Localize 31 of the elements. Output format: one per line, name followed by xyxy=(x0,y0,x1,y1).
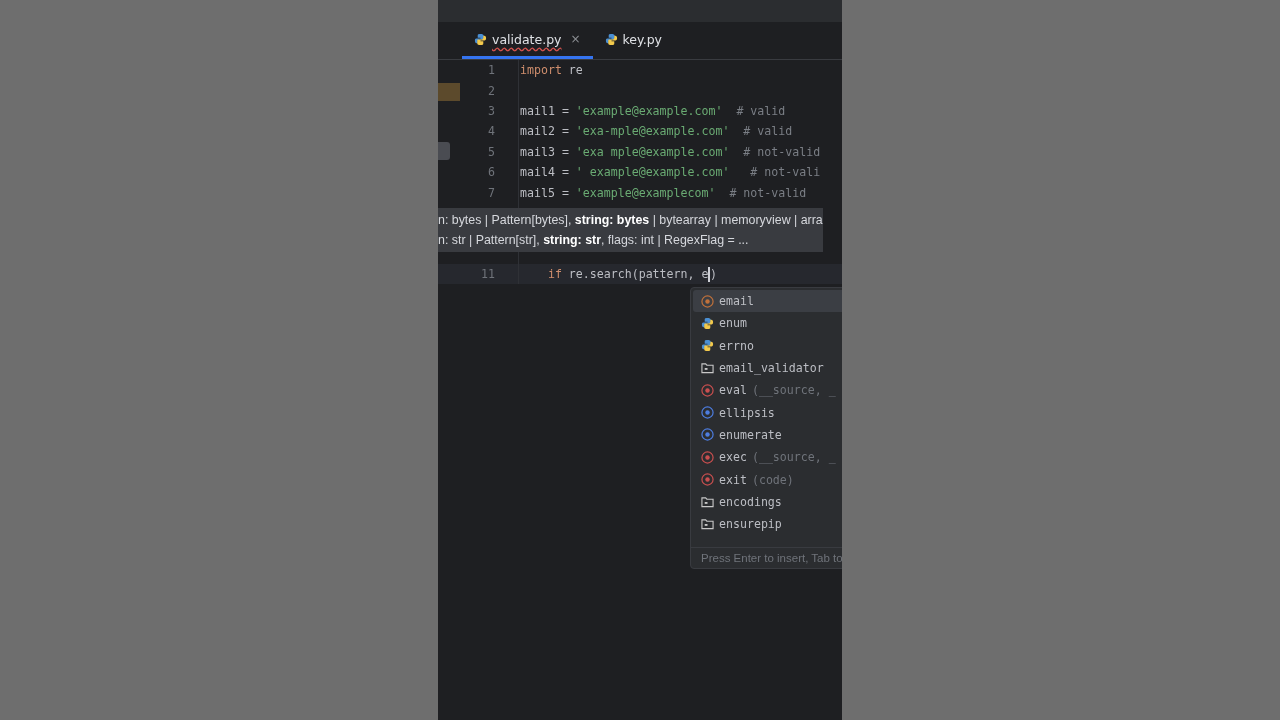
completion-item[interactable]: exit (code) xyxy=(693,468,842,491)
line-number: 7 xyxy=(488,185,495,200)
code-line: mail1 = 'example@example.com' # valid xyxy=(519,103,786,118)
file-tab[interactable]: key.py xyxy=(592,22,674,59)
code-line: mail3 = 'exa mple@example.com' # not-valid xyxy=(519,144,821,159)
completion-hint: Press Enter to insert, Tab to xyxy=(691,547,842,569)
line-number: 3 xyxy=(488,103,495,118)
completion-item[interactable]: ensurepip xyxy=(693,512,842,536)
line-number: 5 xyxy=(488,144,495,159)
parameter-hint: n: str | Pattern[str], string: str, flags: int | RegexFlag = ... xyxy=(438,232,749,249)
completion-item[interactable]: eval (__source, _ xyxy=(693,379,842,402)
code-line: mail4 = ' example@example.com' # not-vali xyxy=(519,165,821,180)
completion-item[interactable]: enum xyxy=(693,312,842,335)
parameter-hint: n: bytes | Pattern[bytes], string: bytes | bytearray | memoryview | arra xyxy=(438,212,823,229)
close-icon[interactable]: × xyxy=(570,32,581,46)
completion-item[interactable]: exec (__source, _ xyxy=(693,446,842,469)
code-line: if re.search(pattern, e) xyxy=(546,266,717,282)
completion-item[interactable]: errno xyxy=(693,334,842,357)
line-number: 11 xyxy=(481,267,495,282)
completion-item[interactable]: encodings xyxy=(693,490,842,513)
completion-item[interactable]: enumerate xyxy=(693,423,842,447)
completion-item[interactable]: email xyxy=(693,290,842,313)
line-number: 4 xyxy=(488,124,495,139)
code-line: import re xyxy=(519,63,583,78)
completion-item[interactable]: email_validator xyxy=(693,356,842,380)
code-line: mail5 = 'example@examplecom' # not-valid xyxy=(519,185,807,200)
line-number: 6 xyxy=(488,165,495,180)
code-line: mail2 = 'exa-mple@example.com' # valid xyxy=(519,124,793,139)
line-number: 2 xyxy=(488,83,495,98)
completion-item[interactable]: ellipsis xyxy=(693,401,842,424)
line-number: 1 xyxy=(488,63,495,78)
